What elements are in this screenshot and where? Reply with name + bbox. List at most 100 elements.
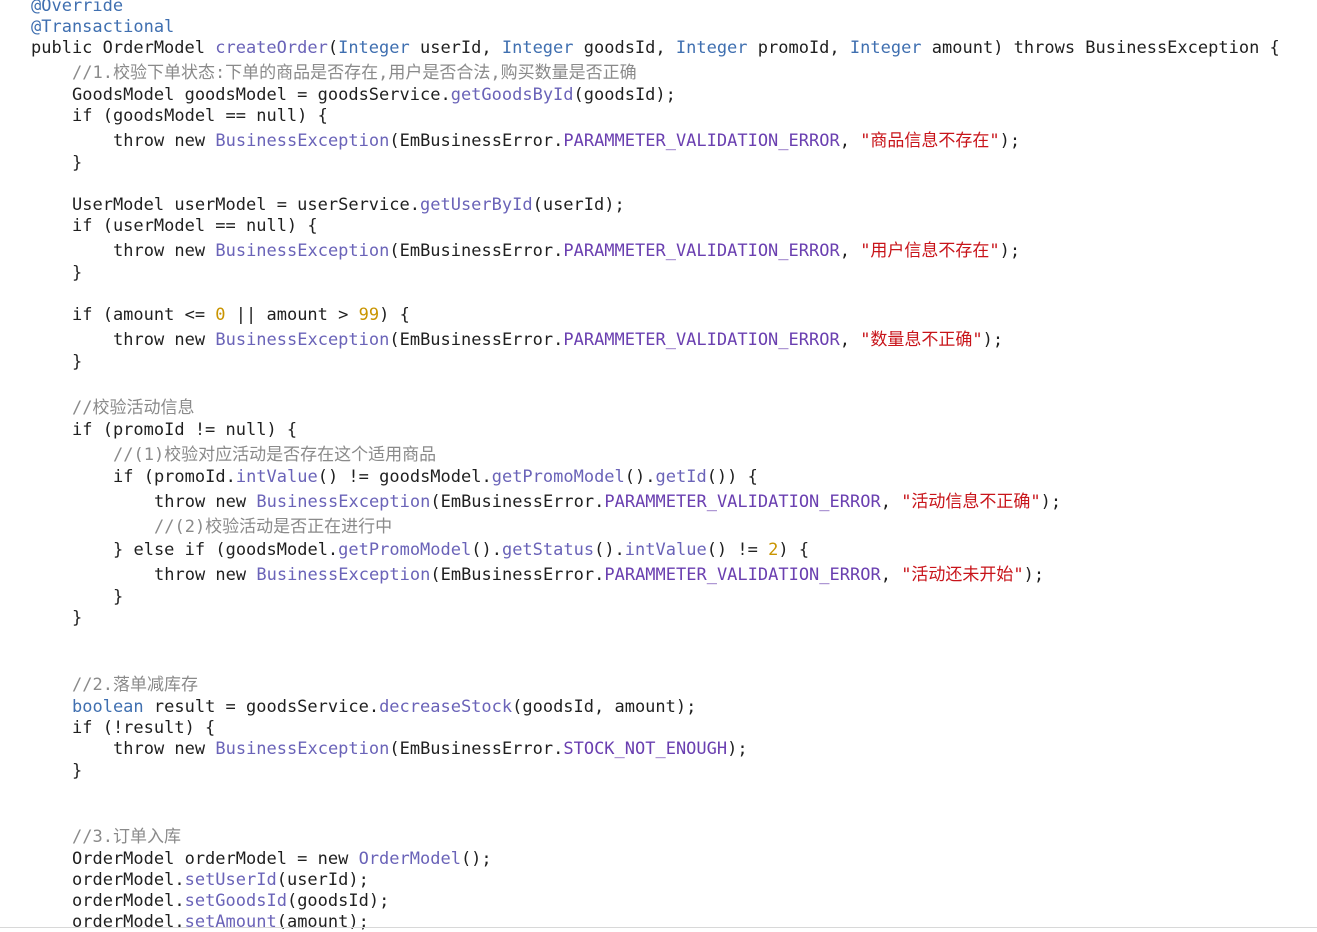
code-token-comment: //2.落单减库存 (72, 675, 198, 695)
code-token-plain: orderModel. (72, 870, 185, 890)
divider (0, 927, 1317, 928)
code-token-plain: , (880, 492, 902, 512)
code-token-plain: ); (1023, 565, 1045, 585)
code-token-plain: (EmBusinessError. (389, 330, 564, 350)
code-line: if (goodsModel == null) { (72, 105, 328, 127)
code-line: throw new BusinessException(EmBusinessEr… (154, 491, 1061, 513)
code-line: if (userModel == null) { (72, 215, 318, 237)
code-token-plain: (amount); (276, 912, 369, 932)
code-token-plain: , (880, 565, 902, 585)
code-token-plain: throw new (154, 565, 257, 585)
code-line: } (72, 152, 82, 174)
code-token-method: BusinessException (256, 492, 431, 512)
code-token-method: BusinessException (215, 330, 390, 350)
code-editor[interactable]: @Override @Transactional public OrderModel… (0, 0, 1317, 932)
code-token-method: getPromoModel (491, 467, 625, 487)
code-token-plain: (userId); (276, 870, 369, 890)
code-token-string: "数量息不正确" (860, 330, 983, 350)
code-token-field: STOCK_NOT_ENOUGH (563, 739, 728, 759)
code-line: orderModel.setGoodsId(goodsId); (72, 890, 389, 912)
code-token-plain: ); (727, 739, 748, 759)
code-token-plain: (EmBusinessError. (430, 492, 605, 512)
code-token-plain: throw new (154, 492, 257, 512)
code-line: } else if (goodsModel.getPromoModel().ge… (113, 539, 809, 561)
code-token-plain: ) { (778, 540, 810, 560)
code-line: //1.校验下单状态:下单的商品是否存在,用户是否合法,购买数量是否正确 (72, 62, 637, 84)
code-token-plain: (EmBusinessError. (389, 739, 564, 759)
code-token-plain: ) { (379, 305, 410, 325)
code-line: boolean result = goodsService.decreaseSt… (72, 696, 696, 718)
code-line: } (113, 586, 123, 608)
code-token-plain: } else if (goodsModel. (113, 540, 339, 560)
code-token-plain: , (839, 330, 861, 350)
code-token-method: createOrder (215, 38, 328, 58)
code-token-plain: orderModel. (72, 891, 185, 911)
code-token-field: PARAMMETER_VALIDATION_ERROR (604, 565, 881, 585)
code-token-comment: //校验活动信息 (72, 398, 195, 418)
code-token-plain: ); (1040, 492, 1062, 512)
code-token-plain: if (amount <= (72, 305, 216, 325)
code-token-plain: (goodsId, amount); (512, 697, 697, 717)
code-token-plain: throw new (113, 241, 216, 261)
code-token-plain: promoId, (747, 38, 850, 58)
code-token-plain: ); (982, 330, 1004, 350)
code-line: public OrderModel createOrder(Integer us… (31, 37, 1280, 59)
code-token-plain: (EmBusinessError. (389, 131, 564, 151)
code-line: //(2)校验活动是否正在进行中 (154, 516, 392, 538)
code-token-plain: } (72, 761, 83, 781)
code-token-method: BusinessException (215, 131, 390, 151)
code-line: } (72, 262, 82, 284)
code-line: throw new BusinessException(EmBusinessEr… (113, 329, 1003, 351)
code-token-comment: //3.订单入库 (72, 827, 181, 847)
code-token-method: getPromoModel (338, 540, 472, 560)
code-token-plain: } (72, 608, 83, 628)
code-line: orderModel.setAmount(amount); (72, 911, 369, 932)
code-token-plain: (). (594, 540, 625, 560)
code-token-plain: , (839, 241, 861, 261)
code-token-field: PARAMMETER_VALIDATION_ERROR (563, 241, 840, 261)
code-token-plain: if (goodsModel == null) { (72, 106, 328, 126)
code-token-type: Integer (675, 38, 748, 58)
code-token-field: PARAMMETER_VALIDATION_ERROR (563, 131, 840, 151)
code-token-method: intValue (624, 540, 707, 560)
code-token-method: setAmount (184, 912, 277, 932)
code-line: throw new BusinessException(EmBusinessEr… (113, 130, 1020, 152)
code-line: throw new BusinessException(EmBusinessEr… (154, 564, 1044, 586)
code-token-plain: } (113, 587, 124, 607)
code-token-ann: @Transactional (31, 17, 175, 37)
code-token-number: 0 (215, 305, 226, 325)
code-token-type: Integer (849, 38, 922, 58)
code-token-plain: throw new (113, 131, 216, 151)
code-line: @Transactional (31, 16, 174, 38)
code-line: //3.订单入库 (72, 826, 181, 848)
code-token-plain: ()) { (706, 467, 758, 487)
code-line: if (promoId != null) { (72, 419, 297, 441)
code-token-number: 2 (768, 540, 779, 560)
code-token-type: boolean (72, 697, 144, 717)
code-token-plain: if (userModel == null) { (72, 216, 318, 236)
code-token-type: Integer (501, 38, 574, 58)
code-token-plain: || amount > (225, 305, 359, 325)
code-line: UserModel userModel = userService.getUse… (72, 194, 625, 216)
code-token-plain: (). (471, 540, 502, 560)
code-token-plain: OrderModel orderModel = new (72, 849, 359, 869)
code-token-method: setUserId (184, 870, 277, 890)
code-token-plain: amount) throws BusinessException { (921, 38, 1280, 58)
code-token-string: "活动信息不正确" (901, 492, 1041, 512)
code-token-method: OrderModel (358, 849, 461, 869)
code-token-ann: @Override (31, 0, 124, 16)
code-token-plain: (goodsId); (573, 85, 676, 105)
code-token-plain: (EmBusinessError. (430, 565, 605, 585)
code-token-method: getUserById (420, 195, 533, 215)
code-token-plain: (). (624, 467, 656, 487)
code-line: throw new BusinessException(EmBusinessEr… (113, 738, 748, 760)
code-token-plain: if (promoId. (113, 467, 236, 487)
code-token-field: PARAMMETER_VALIDATION_ERROR (563, 330, 840, 350)
code-token-plain: (); (460, 849, 492, 869)
code-token-plain: throw new (113, 330, 216, 350)
code-line: } (72, 607, 82, 629)
code-token-method: setGoodsId (184, 891, 287, 911)
code-token-field: PARAMMETER_VALIDATION_ERROR (604, 492, 881, 512)
code-token-plain: ); (999, 241, 1021, 261)
code-token-comment: //1.校验下单状态:下单的商品是否存在,用户是否合法,购买数量是否正确 (72, 63, 637, 83)
